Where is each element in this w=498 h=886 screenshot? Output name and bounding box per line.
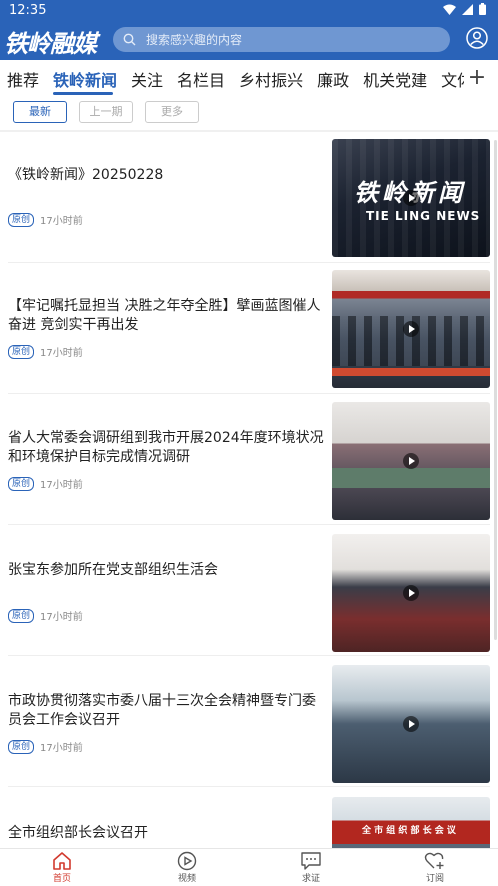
news-title: 【牢记嘱托显担当 决胜之年夺全胜】擘画蓝图催人奋进 竞剑实干再出发 bbox=[8, 298, 321, 333]
add-channel-button[interactable]: + bbox=[464, 66, 490, 92]
news-title: 全市组织部长会议召开 bbox=[8, 825, 148, 841]
bottom-nav: 首页 视频 求证 订阅 bbox=[0, 848, 498, 886]
news-meta: 原创 17小时前 bbox=[8, 476, 83, 491]
news-title: 张宝东参加所在党支部组织生活会 bbox=[8, 562, 218, 578]
status-bar: 12:35 bbox=[0, 0, 498, 22]
original-badge: 原创 bbox=[8, 608, 35, 623]
play-icon[interactable] bbox=[403, 585, 419, 601]
video-icon bbox=[177, 851, 197, 871]
sub-tabs: 最新 上一期 更多 bbox=[0, 96, 498, 130]
original-badge: 原创 bbox=[8, 344, 35, 359]
news-item[interactable]: 《铁岭新闻》20250228 原创 17小时前 铁岭新闻 TIE LING NE… bbox=[0, 132, 498, 263]
app-logo: 铁岭融媒 bbox=[4, 29, 97, 58]
status-icons bbox=[443, 3, 486, 15]
thumbnail-banner bbox=[332, 368, 490, 376]
search-icon bbox=[123, 33, 136, 46]
news-title: 市政协贯彻落实市委八届十三次全会精神暨专门委员会工作会议召开 bbox=[8, 693, 316, 728]
heart-plus-icon bbox=[424, 852, 444, 869]
nav-video[interactable]: 视频 bbox=[157, 851, 217, 884]
play-icon[interactable] bbox=[403, 321, 419, 337]
original-badge: 原创 bbox=[8, 476, 35, 491]
nav-label: 订阅 bbox=[425, 874, 444, 884]
user-profile-icon[interactable] bbox=[466, 27, 488, 53]
channel-tabs: 推荐 铁岭新闻 关注 名栏目 乡村振兴 廉政 机关党建 文体旅 + bbox=[0, 60, 498, 96]
news-thumbnail bbox=[332, 534, 490, 652]
play-icon[interactable] bbox=[403, 716, 419, 732]
nav-label: 求证 bbox=[301, 874, 320, 884]
news-time: 17小时前 bbox=[40, 743, 83, 754]
news-time: 17小时前 bbox=[40, 216, 83, 227]
nav-verify[interactable]: 求证 bbox=[281, 851, 341, 884]
news-item[interactable]: 省人大常委会调研组到我市开展2024年度环境状况和环境保护目标完成情况调研 原创… bbox=[0, 394, 498, 525]
message-icon bbox=[301, 852, 321, 870]
news-title: 省人大常委会调研组到我市开展2024年度环境状况和环境保护目标完成情况调研 bbox=[8, 430, 324, 465]
subtab-more[interactable]: 更多 bbox=[145, 101, 199, 123]
play-icon[interactable] bbox=[403, 190, 419, 206]
news-meta: 原创 17小时前 bbox=[8, 212, 83, 227]
news-title: 《铁岭新闻》20250228 bbox=[8, 167, 164, 183]
news-thumbnail bbox=[332, 665, 490, 783]
active-tab-indicator bbox=[53, 92, 113, 95]
news-thumbnail: 全 市 组 织 部 长 会 议 bbox=[332, 797, 490, 848]
news-item[interactable]: 市政协贯彻落实市委八届十三次全会精神暨专门委员会工作会议召开 原创 17小时前 bbox=[0, 656, 498, 787]
nav-label: 首页 bbox=[52, 874, 71, 884]
subtab-previous[interactable]: 上一期 bbox=[79, 101, 133, 123]
news-thumbnail bbox=[332, 402, 490, 520]
news-time: 17小时前 bbox=[40, 348, 83, 359]
news-time: 17小时前 bbox=[40, 612, 83, 623]
news-list: 《铁岭新闻》20250228 原创 17小时前 铁岭新闻 TIE LING NE… bbox=[0, 132, 498, 848]
news-item[interactable]: 全市组织部长会议召开 全 市 组 织 部 长 会 议 bbox=[0, 787, 498, 848]
search-bar[interactable] bbox=[113, 27, 450, 52]
thumbnail-caption: 全 市 组 织 部 长 会 议 bbox=[362, 826, 456, 836]
tab-party-building[interactable]: 机关党建 bbox=[363, 67, 427, 91]
tab-columns[interactable]: 名栏目 bbox=[177, 67, 225, 91]
subtab-latest[interactable]: 最新 bbox=[13, 101, 67, 123]
app-header: 铁岭融媒 bbox=[0, 22, 498, 60]
news-time: 17小时前 bbox=[40, 480, 83, 491]
news-meta: 原创 17小时前 bbox=[8, 739, 83, 754]
news-meta: 原创 17小时前 bbox=[8, 344, 83, 359]
tab-tieling-news[interactable]: 铁岭新闻 bbox=[53, 67, 117, 91]
signal-icon bbox=[462, 3, 473, 15]
home-icon bbox=[53, 852, 71, 870]
original-badge: 原创 bbox=[8, 212, 35, 227]
search-input[interactable] bbox=[144, 31, 438, 48]
news-meta: 原创 17小时前 bbox=[8, 608, 83, 623]
wifi-icon bbox=[443, 4, 456, 15]
tab-follow[interactable]: 关注 bbox=[131, 67, 163, 91]
play-icon[interactable] bbox=[403, 453, 419, 469]
news-thumbnail bbox=[332, 270, 490, 388]
news-thumbnail: 铁岭新闻 TIE LING NEWS bbox=[332, 139, 490, 257]
tab-rural-revitalization[interactable]: 乡村振兴 bbox=[239, 67, 303, 91]
thumbnail-table bbox=[332, 468, 490, 488]
tab-integrity[interactable]: 廉政 bbox=[317, 67, 349, 91]
battery-icon bbox=[479, 3, 486, 15]
nav-label: 视频 bbox=[177, 874, 196, 884]
nav-home[interactable]: 首页 bbox=[32, 851, 92, 884]
nav-subscribe[interactable]: 订阅 bbox=[405, 851, 465, 884]
tab-recommend[interactable]: 推荐 bbox=[7, 67, 39, 91]
scrollbar[interactable] bbox=[494, 140, 497, 640]
original-badge: 原创 bbox=[8, 739, 35, 754]
thumbnail-subcaption: TIE LING NEWS bbox=[366, 209, 481, 223]
news-item[interactable]: 张宝东参加所在党支部组织生活会 原创 17小时前 bbox=[0, 525, 498, 656]
status-time: 12:35 bbox=[9, 3, 47, 18]
news-item[interactable]: 【牢记嘱托显担当 决胜之年夺全胜】擘画蓝图催人奋进 竞剑实干再出发 原创 17小… bbox=[0, 263, 498, 394]
